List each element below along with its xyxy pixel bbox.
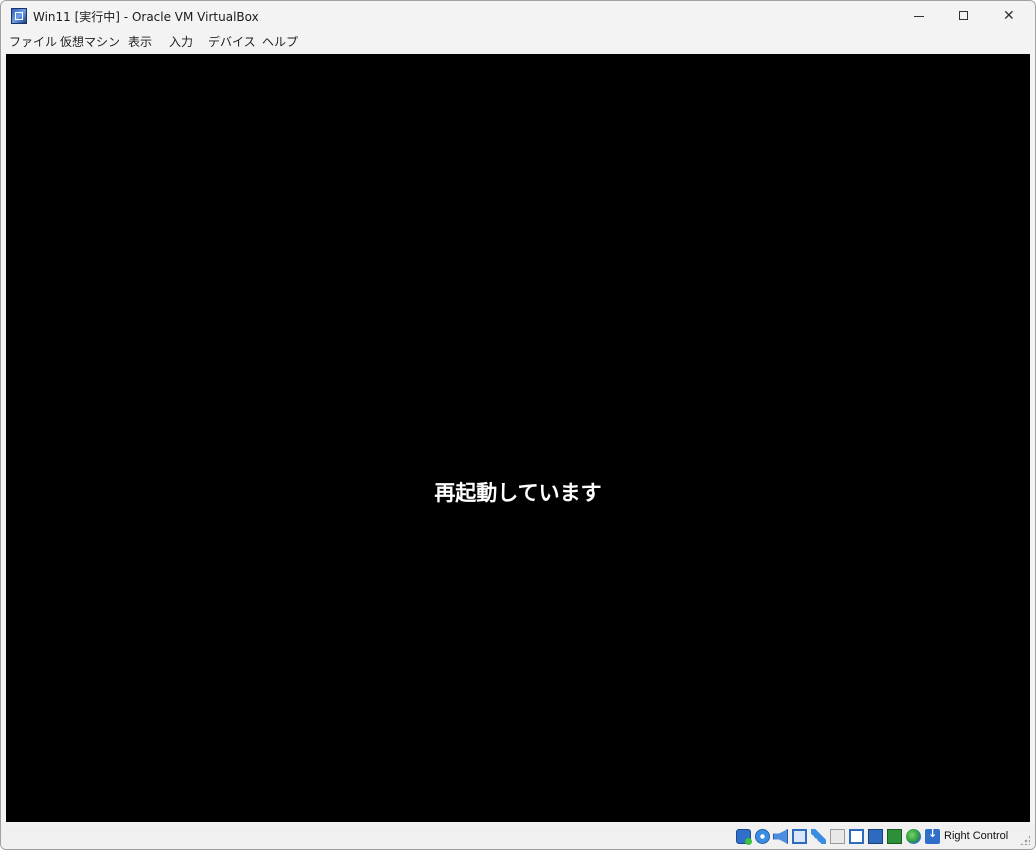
host-key-label[interactable]: Right Control [944,830,1008,842]
hard-disk-icon[interactable] [736,829,752,845]
menu-devices[interactable]: デバイス [208,33,256,50]
minimize-button[interactable] [896,1,942,31]
usb-icon[interactable] [811,829,826,844]
display-icon[interactable] [849,829,864,844]
close-button[interactable]: ✕ [987,1,1033,31]
optical-drive-icon[interactable] [755,829,770,844]
keyboard-capture-icon[interactable] [925,827,940,844]
virtualbox-app-icon[interactable] [11,8,27,24]
menu-bar: ファイル 仮想マシン 表示 入力 デバイス ヘルプ [1,31,1035,51]
audio-icon[interactable] [773,829,788,844]
status-bar: Right Control [1,825,1035,849]
menu-file[interactable]: ファイル [9,33,57,50]
maximize-icon [959,11,968,20]
maximize-button[interactable] [941,1,987,31]
vm-display-screen[interactable]: 再起動しています [6,54,1030,822]
virtualbox-window: Win11 [実行中] - Oracle VM VirtualBox ✕ ファイ… [0,0,1036,850]
network-icon[interactable] [792,829,807,844]
menu-help[interactable]: ヘルプ [262,33,298,50]
minimize-icon [914,16,924,17]
close-icon: ✕ [1003,8,1015,24]
window-title: Win11 [実行中] - Oracle VM VirtualBox [33,10,259,24]
video-capture-icon[interactable] [868,829,883,844]
restarting-message: 再起動しています [434,481,602,505]
shared-folders-icon[interactable] [830,829,845,844]
menu-input[interactable]: 入力 [169,33,193,50]
mouse-integration-icon[interactable] [906,829,921,844]
resize-grip[interactable] [1020,835,1030,845]
menu-machine[interactable]: 仮想マシン [60,33,120,50]
title-bar[interactable]: Win11 [実行中] - Oracle VM VirtualBox ✕ [1,1,1035,31]
menu-view[interactable]: 表示 [128,33,152,50]
cpu-activity-icon[interactable] [887,829,902,844]
